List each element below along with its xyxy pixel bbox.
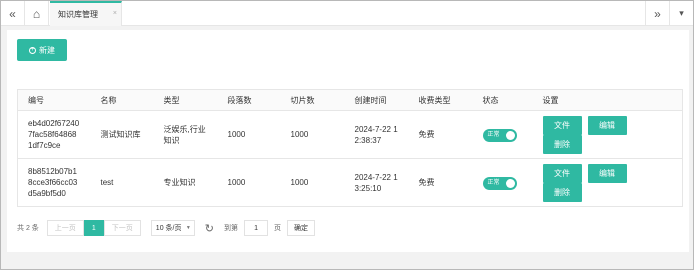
column-header: 设置: [532, 89, 683, 111]
status-toggle[interactable]: 正常: [482, 176, 517, 190]
status-toggle-label: 正常: [487, 131, 500, 138]
column-header: 类型: [153, 89, 218, 111]
page-number-current[interactable]: 1: [83, 220, 104, 236]
next-page-button[interactable]: 下一页: [103, 220, 141, 236]
toggle-knob: [505, 130, 515, 140]
cell-paragraphs: 1000: [217, 158, 281, 207]
cell-created: 2024-7-22 13:25:10: [344, 158, 409, 207]
scroll-tabs-left-button[interactable]: «: [1, 1, 25, 26]
column-header: 段落数: [217, 89, 281, 111]
home-icon: ⌂: [32, 6, 41, 21]
cell-name: 测试知识库: [90, 110, 154, 159]
cell-created: 2024-7-22 12:38:37: [344, 110, 409, 159]
tab-menu-button[interactable]: ▾: [669, 1, 693, 26]
cell-type: 专业知识: [153, 158, 218, 207]
page-unit-label: 页: [274, 225, 282, 232]
cell-slices: 1000: [280, 158, 345, 207]
pagination: 共 2 条 上一页 1 下一页 10 条/页 ▼ ↻ 到第 1 页 确定: [17, 220, 316, 236]
column-header: 编号: [17, 89, 91, 111]
refresh-icon[interactable]: ↻: [205, 222, 214, 235]
home-tab[interactable]: ⌂: [25, 1, 49, 26]
edit-button[interactable]: 编辑: [587, 115, 627, 135]
file-button[interactable]: 文件: [542, 115, 582, 135]
file-button[interactable]: 文件: [542, 163, 582, 183]
cell-id: eb4d02f672407fac58f648681df7c9ce: [17, 110, 91, 159]
cell-actions: 文件 编辑删除: [532, 110, 683, 159]
toggle-knob: [505, 178, 515, 188]
column-header: 状态: [472, 89, 533, 111]
scroll-tabs-right-button[interactable]: »: [645, 1, 669, 26]
goto-page-input[interactable]: 1: [244, 220, 269, 236]
column-header: 创建时间: [344, 89, 409, 111]
tab-knowledge-base[interactable]: 知识库管理 ×: [50, 1, 122, 26]
delete-button[interactable]: 删除: [542, 134, 582, 154]
tab-bar: « ⌂ 知识库管理 × » ▾: [1, 1, 693, 26]
double-chevron-right-icon: »: [654, 6, 661, 21]
new-button-label: 新建: [39, 45, 55, 55]
cell-fee: 免费: [408, 110, 473, 159]
new-button[interactable]: + 新建: [17, 39, 67, 61]
table-header-row: 编号 名称 类型 段落数 切片数 创建时间 收费类型 状态 设置: [17, 89, 683, 111]
page-size-value: 10 条/页: [155, 225, 182, 232]
goto-label: 到第: [224, 225, 239, 232]
prev-page-button[interactable]: 上一页: [46, 220, 84, 236]
column-header: 收费类型: [408, 89, 473, 111]
column-header: 切片数: [280, 89, 345, 111]
delete-button[interactable]: 删除: [542, 182, 582, 202]
tab-label: 知识库管理: [58, 10, 98, 19]
chevron-down-icon: ▼: [185, 225, 191, 231]
cell-paragraphs: 1000: [217, 110, 281, 159]
double-chevron-left-icon: «: [9, 6, 16, 21]
pagination-total: 共 2 条: [17, 225, 39, 232]
table-row: 8b8512b07b18cce3f66cc03d5a9bf5d0 test 专业…: [17, 158, 683, 207]
status-toggle[interactable]: 正常: [482, 128, 517, 142]
cell-type: 泛娱乐,行业知识: [153, 110, 218, 159]
cell-slices: 1000: [280, 110, 345, 159]
knowledge-base-table: 编号 名称 类型 段落数 切片数 创建时间 收费类型 状态 设置 eb4d02f…: [17, 89, 683, 207]
cell-fee: 免费: [408, 158, 473, 207]
column-header: 名称: [90, 89, 154, 111]
table-row: eb4d02f672407fac58f648681df7c9ce 测试知识库 泛…: [17, 110, 683, 159]
close-icon[interactable]: ×: [113, 10, 117, 17]
cell-status: 正常: [472, 110, 533, 159]
chevron-down-icon: ▾: [679, 8, 684, 18]
edit-button[interactable]: 编辑: [587, 163, 627, 183]
app-frame: « ⌂ 知识库管理 × » ▾ + 新建 编号 名称 类型 段落数 切片数 创建…: [0, 0, 694, 270]
plus-icon: +: [29, 46, 36, 54]
goto-confirm-button[interactable]: 确定: [287, 220, 316, 236]
cell-status: 正常: [472, 158, 533, 207]
cell-id: 8b8512b07b18cce3f66cc03d5a9bf5d0: [17, 158, 91, 207]
cell-name: test: [90, 158, 154, 207]
status-toggle-label: 正常: [487, 179, 500, 186]
page-size-select[interactable]: 10 条/页 ▼: [150, 220, 195, 236]
cell-actions: 文件 编辑删除: [532, 158, 683, 207]
